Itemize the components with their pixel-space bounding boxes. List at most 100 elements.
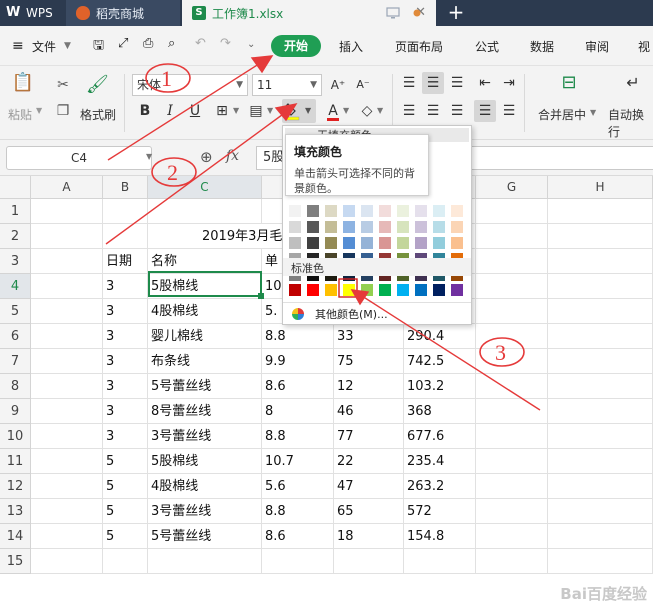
undo-icon[interactable]: ↶ bbox=[195, 36, 206, 51]
cell[interactable] bbox=[31, 474, 103, 499]
theme-color-swatch[interactable] bbox=[451, 205, 463, 217]
standard-color-swatch[interactable] bbox=[379, 284, 391, 296]
justify-icon[interactable]: ☰ bbox=[474, 100, 496, 122]
font-name-select[interactable]: 宋体 ▼ bbox=[132, 74, 248, 96]
cell[interactable] bbox=[476, 299, 548, 324]
data-cell[interactable]: 10.7 bbox=[262, 449, 334, 474]
theme-color-swatch[interactable] bbox=[325, 221, 337, 233]
data-cell[interactable]: 65 bbox=[334, 499, 404, 524]
cell[interactable] bbox=[548, 399, 653, 424]
cell[interactable] bbox=[31, 349, 103, 374]
align-left-icon[interactable]: ☰ bbox=[398, 100, 420, 122]
cell[interactable] bbox=[476, 524, 548, 549]
new-tab-button[interactable]: + bbox=[444, 0, 468, 26]
cell[interactable] bbox=[31, 374, 103, 399]
theme-color-swatch[interactable] bbox=[289, 205, 301, 217]
theme-color-swatch[interactable] bbox=[397, 237, 409, 249]
theme-color-swatch[interactable] bbox=[343, 205, 355, 217]
cell[interactable] bbox=[548, 424, 653, 449]
distributed-icon[interactable]: ☰ bbox=[498, 100, 520, 122]
cell[interactable] bbox=[262, 549, 334, 574]
menu-file[interactable]: 文件 bbox=[32, 38, 56, 55]
sheet-title-cell[interactable]: 2019年3月毛 bbox=[148, 224, 298, 249]
cell[interactable] bbox=[148, 199, 262, 224]
italic-icon[interactable]: I bbox=[159, 100, 181, 122]
data-cell[interactable]: 8.8 bbox=[262, 424, 334, 449]
data-cell[interactable]: 8.6 bbox=[262, 524, 334, 549]
cell[interactable] bbox=[476, 499, 548, 524]
fill-color-button[interactable]: ▼ bbox=[282, 99, 316, 123]
cell[interactable] bbox=[31, 299, 103, 324]
align-right-icon[interactable]: ☰ bbox=[446, 100, 468, 122]
data-cell[interactable]: 742.5 bbox=[404, 349, 476, 374]
clear-format-icon[interactable]: ◇ bbox=[356, 100, 378, 122]
theme-color-swatch[interactable] bbox=[379, 205, 391, 217]
theme-color-swatch[interactable] bbox=[379, 221, 391, 233]
cell[interactable] bbox=[31, 199, 103, 224]
chevron-down-icon[interactable]: ▼ bbox=[590, 108, 596, 117]
theme-color-swatch[interactable] bbox=[307, 237, 319, 249]
data-cell[interactable]: 235.4 bbox=[404, 449, 476, 474]
function-icon[interactable]: fx bbox=[226, 148, 239, 164]
wrap-text-button[interactable]: 自动换行 bbox=[608, 106, 653, 140]
data-cell[interactable]: 5 bbox=[103, 449, 148, 474]
data-cell[interactable]: 5 bbox=[103, 474, 148, 499]
data-cell[interactable]: 3 bbox=[103, 424, 148, 449]
export-pdf-icon[interactable]: ⤢ bbox=[118, 36, 128, 51]
cell[interactable] bbox=[548, 224, 653, 249]
cell[interactable] bbox=[548, 374, 653, 399]
format-painter-button[interactable]: 格式刷 bbox=[80, 106, 116, 123]
standard-color-swatch[interactable] bbox=[325, 284, 337, 296]
data-cell[interactable]: 5 bbox=[103, 499, 148, 524]
row-header-13[interactable]: 13 bbox=[0, 499, 31, 524]
data-cell[interactable]: 3 bbox=[103, 399, 148, 424]
indent-decrease-icon[interactable]: ⇤ bbox=[474, 72, 496, 94]
data-cell[interactable]: 3号蕾丝线 bbox=[148, 499, 262, 524]
cell[interactable] bbox=[548, 299, 653, 324]
data-cell[interactable]: 103.2 bbox=[404, 374, 476, 399]
data-cell[interactable]: 3 bbox=[103, 299, 148, 324]
chevron-down-icon[interactable]: ▼ bbox=[377, 106, 383, 115]
cell[interactable] bbox=[548, 449, 653, 474]
data-cell[interactable]: 8 bbox=[262, 399, 334, 424]
borders-icon[interactable]: ⊞ bbox=[211, 100, 233, 122]
wrap-text-icon[interactable]: ↵ bbox=[620, 72, 646, 98]
data-cell[interactable]: 婴儿棉线 bbox=[148, 324, 262, 349]
decrease-font-icon[interactable]: A⁻ bbox=[352, 74, 374, 96]
column-header-a[interactable]: A bbox=[31, 176, 103, 199]
data-cell[interactable]: 154.8 bbox=[404, 524, 476, 549]
theme-color-swatch[interactable] bbox=[307, 221, 319, 233]
row-header-8[interactable]: 8 bbox=[0, 374, 31, 399]
cell[interactable] bbox=[548, 524, 653, 549]
standard-color-swatch[interactable] bbox=[415, 284, 427, 296]
standard-color-swatch[interactable] bbox=[361, 284, 373, 296]
cell[interactable] bbox=[476, 324, 548, 349]
underline-icon[interactable]: U bbox=[184, 100, 206, 122]
paste-button[interactable]: 粘贴 bbox=[8, 106, 32, 123]
align-top-icon[interactable]: ☰ bbox=[398, 72, 420, 94]
data-cell[interactable]: 3号蕾丝线 bbox=[148, 424, 262, 449]
data-cell[interactable]: 290.4 bbox=[404, 324, 476, 349]
theme-color-swatch[interactable] bbox=[451, 221, 463, 233]
menu-data[interactable]: 数据 bbox=[530, 38, 554, 55]
row-header-9[interactable]: 9 bbox=[0, 399, 31, 424]
chevron-down-icon[interactable]: ▼ bbox=[146, 152, 152, 161]
data-cell[interactable]: 77 bbox=[334, 424, 404, 449]
standard-color-swatch[interactable] bbox=[307, 284, 319, 296]
cell-style-icon[interactable]: ▤ bbox=[245, 100, 267, 122]
cell[interactable] bbox=[476, 474, 548, 499]
row-header-11[interactable]: 11 bbox=[0, 449, 31, 474]
theme-color-swatch[interactable] bbox=[325, 205, 337, 217]
cell[interactable] bbox=[476, 349, 548, 374]
data-cell[interactable]: 8号蕾丝线 bbox=[148, 399, 262, 424]
tab-docer-shop[interactable]: 稻壳商城 bbox=[66, 0, 180, 26]
cell[interactable] bbox=[31, 524, 103, 549]
data-cell[interactable]: 263.2 bbox=[404, 474, 476, 499]
cell[interactable] bbox=[476, 274, 548, 299]
data-cell[interactable]: 5号蕾丝线 bbox=[148, 374, 262, 399]
fill-handle[interactable] bbox=[258, 293, 264, 299]
row-header-3[interactable]: 3 bbox=[0, 249, 31, 274]
data-cell[interactable]: 5 bbox=[103, 524, 148, 549]
zoom-icon[interactable]: ⊕ bbox=[200, 148, 213, 166]
cell[interactable] bbox=[103, 199, 148, 224]
